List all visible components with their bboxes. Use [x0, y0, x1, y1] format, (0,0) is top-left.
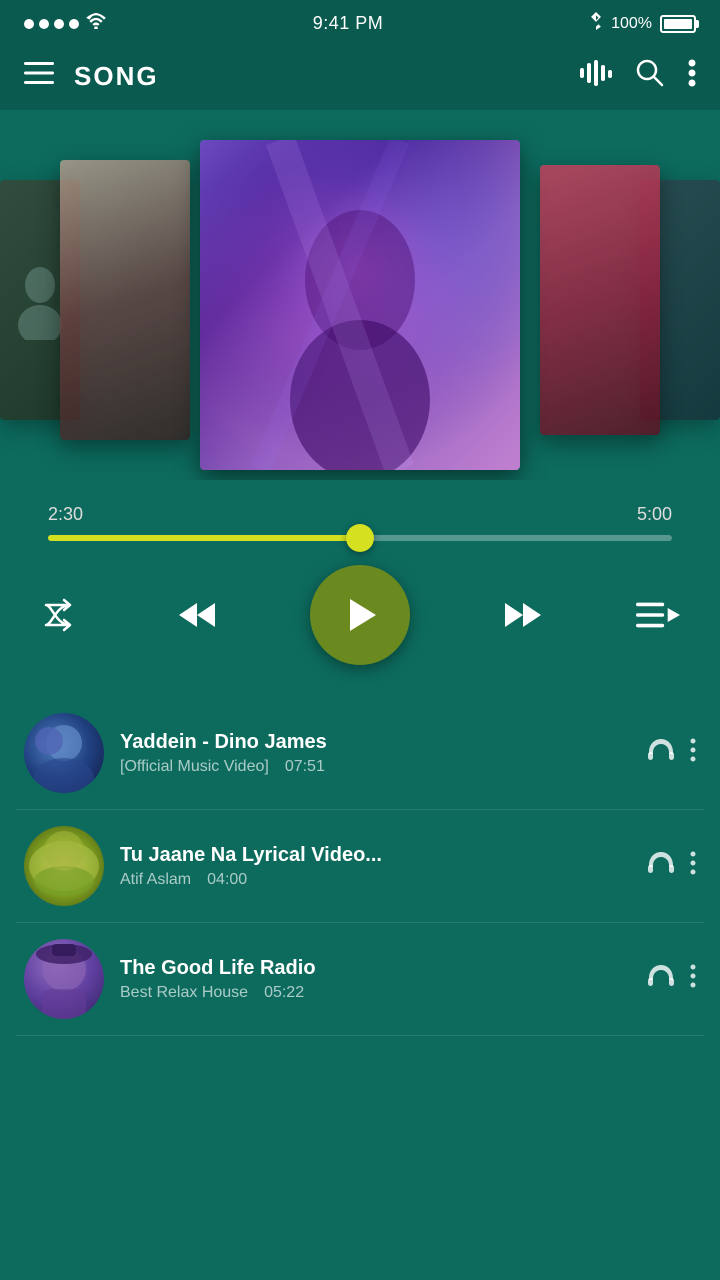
song-more-icon[interactable]: [690, 964, 696, 994]
album-art-left[interactable]: [60, 160, 190, 440]
bluetooth-icon: [589, 12, 603, 35]
rewind-button[interactable]: [175, 593, 219, 637]
song-subtitle: Atif Aslam: [120, 871, 191, 889]
song-meta: Best Relax House 05:22: [120, 984, 632, 1002]
album-carousel[interactable]: [0, 120, 720, 480]
song-duration: 07:51: [285, 758, 325, 776]
song-more-icon[interactable]: [690, 738, 696, 768]
progress-bar[interactable]: [48, 535, 672, 541]
battery-percent: 100%: [611, 15, 652, 33]
signal-dots: [24, 19, 79, 29]
headphone-icon[interactable]: [648, 852, 674, 880]
progress-section: 2:30 5:00: [0, 480, 720, 549]
song-duration: 05:22: [264, 984, 304, 1002]
shuffle-button[interactable]: [40, 593, 84, 637]
header: SONG: [0, 43, 720, 110]
song-duration: 04:00: [207, 871, 247, 889]
song-title: Tu Jaane Na Lyrical Video...: [120, 844, 632, 867]
search-icon[interactable]: [636, 59, 664, 94]
status-right: 100%: [589, 12, 696, 35]
header-actions: [580, 59, 696, 94]
song-actions: [648, 964, 696, 994]
headphone-icon[interactable]: [648, 965, 674, 993]
list-item[interactable]: Yaddein - Dino James [Official Music Vid…: [16, 697, 704, 810]
song-title: The Good Life Radio: [120, 957, 632, 980]
song-thumbnail: [24, 826, 104, 906]
total-time: 5:00: [637, 504, 672, 525]
song-subtitle: Best Relax House: [120, 984, 248, 1002]
status-time: 9:41 PM: [313, 13, 384, 34]
song-title: Yaddein - Dino James: [120, 731, 632, 754]
carousel-container: [0, 120, 720, 480]
album-art-center[interactable]: [200, 140, 520, 470]
song-actions: [648, 851, 696, 881]
song-info: Yaddein - Dino James [Official Music Vid…: [120, 731, 632, 776]
song-meta: [Official Music Video] 07:51: [120, 758, 632, 776]
headphone-icon[interactable]: [648, 739, 674, 767]
list-item[interactable]: The Good Life Radio Best Relax House 05:…: [16, 923, 704, 1036]
list-item[interactable]: Tu Jaane Na Lyrical Video... Atif Aslam …: [16, 810, 704, 923]
song-actions: [648, 738, 696, 768]
song-info: The Good Life Radio Best Relax House 05:…: [120, 957, 632, 1002]
song-thumbnail: [24, 713, 104, 793]
equalizer-icon[interactable]: [580, 60, 612, 93]
wifi-icon: [85, 13, 107, 34]
current-time: 2:30: [48, 504, 83, 525]
queue-button[interactable]: [636, 593, 680, 637]
song-thumbnail: [24, 939, 104, 1019]
page-title: SONG: [74, 61, 580, 92]
song-meta: Atif Aslam 04:00: [120, 871, 632, 889]
song-list: Yaddein - Dino James [Official Music Vid…: [0, 697, 720, 1036]
battery-icon: [660, 15, 696, 33]
play-button[interactable]: [310, 565, 410, 665]
album-art-right[interactable]: [540, 165, 660, 435]
status-left: [24, 13, 107, 34]
song-more-icon[interactable]: [690, 851, 696, 881]
status-bar: 9:41 PM 100%: [0, 0, 720, 43]
more-options-icon[interactable]: [688, 59, 696, 94]
progress-times: 2:30 5:00: [48, 504, 672, 525]
song-info: Tu Jaane Na Lyrical Video... Atif Aslam …: [120, 844, 632, 889]
playback-controls: [0, 549, 720, 689]
forward-button[interactable]: [501, 593, 545, 637]
song-subtitle: [Official Music Video]: [120, 758, 269, 776]
menu-button[interactable]: [24, 62, 54, 91]
